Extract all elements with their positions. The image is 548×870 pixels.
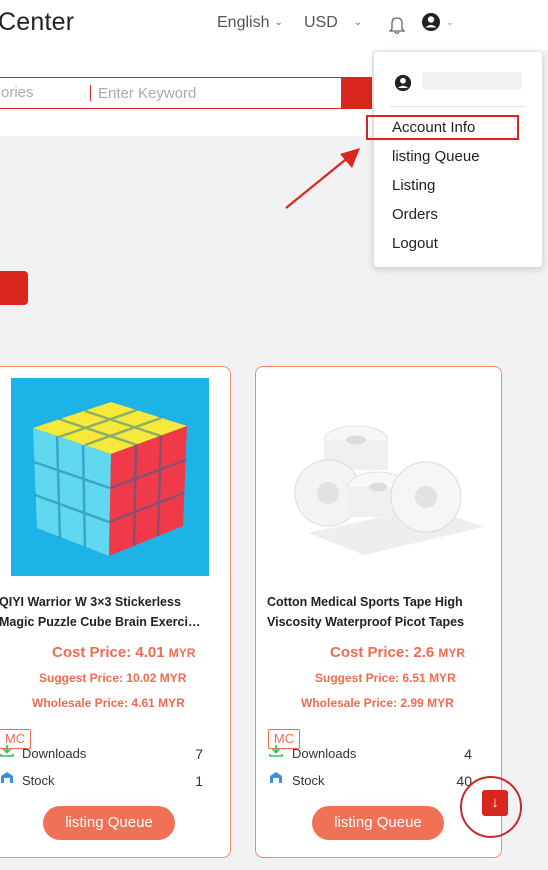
product-card[interactable]: Cotton Medical Sports Tape High Viscosit… xyxy=(255,366,502,858)
search-panel: ories xyxy=(0,50,372,136)
username-redacted xyxy=(422,72,522,90)
menu-item-listing[interactable]: Listing xyxy=(392,177,435,194)
stock-label: Stock xyxy=(22,773,55,788)
bell-icon[interactable] xyxy=(389,15,405,35)
language-label: English xyxy=(217,14,270,31)
filter-button[interactable] xyxy=(0,271,28,305)
stock-count: 1 xyxy=(195,773,203,789)
user-menu-caret[interactable]: ⌄ xyxy=(446,17,454,28)
downloads-count: 7 xyxy=(195,746,203,762)
stock-icon xyxy=(270,772,282,783)
search-bar: ories xyxy=(0,77,342,109)
product-title-line1: QIYI Warrior W 3×3 Stickerless xyxy=(0,595,181,609)
search-divider xyxy=(90,85,91,101)
currency-unit: MYR xyxy=(168,646,196,660)
wholesale-price-value: Wholesale Price: 4.61 xyxy=(32,696,155,710)
downloads-count: 4 xyxy=(464,746,472,762)
stock-label: Stock xyxy=(292,773,325,788)
category-select[interactable]: ories xyxy=(1,84,34,101)
downloads-label: Downloads xyxy=(292,746,357,761)
user-icon xyxy=(394,74,412,92)
listing-queue-button[interactable]: listing Queue xyxy=(43,806,175,840)
user-dropdown-menu: Account Info listing Queue Listing Order… xyxy=(374,52,542,267)
product-image-tape xyxy=(294,425,484,555)
listing-queue-button[interactable]: listing Queue xyxy=(312,806,444,840)
arrow-down-icon[interactable]: ↓ xyxy=(482,790,508,816)
wholesale-price: Wholesale Price: 2.99 MYR xyxy=(301,696,454,710)
menu-divider xyxy=(390,106,526,107)
currency-unit: MYR xyxy=(159,671,187,685)
download-icon xyxy=(0,745,14,757)
product-title-line1: Cotton Medical Sports Tape High xyxy=(267,595,463,609)
stock-icon xyxy=(1,772,13,783)
currency-label: USD xyxy=(304,14,338,31)
annotation-highlight-box xyxy=(366,115,519,140)
currency-unit: MYR xyxy=(438,646,466,660)
suggest-price: Suggest Price: 6.51 MYR xyxy=(315,671,456,685)
cost-price: Cost Price: 4.01 MYR xyxy=(52,644,195,661)
keyword-input[interactable] xyxy=(98,82,328,104)
currency-unit: MYR xyxy=(427,696,454,710)
menu-item-logout[interactable]: Logout xyxy=(392,235,438,252)
product-image-cube xyxy=(11,378,209,576)
currency-unit: MYR xyxy=(429,671,456,685)
annotation-arrow xyxy=(285,148,360,209)
suggest-price: Suggest Price: 10.02 MYR xyxy=(39,671,186,685)
cost-price-value: Cost Price: 4.01 xyxy=(52,644,165,661)
menu-item-listing-queue[interactable]: listing Queue xyxy=(392,148,480,165)
suggest-price-value: Suggest Price: 10.02 xyxy=(39,671,157,685)
download-icon xyxy=(269,745,283,757)
brand-title: Center xyxy=(0,8,75,36)
language-select[interactable]: English ⌄ xyxy=(217,14,283,32)
currency-unit: MYR xyxy=(158,696,185,710)
wholesale-price: Wholesale Price: 4.61 MYR xyxy=(32,696,185,710)
currency-select[interactable]: USD ⌄ xyxy=(304,14,362,32)
cost-price-value: Cost Price: 2.6 xyxy=(330,644,435,661)
product-title-line2: Viscosity Waterproof Picot Tapes xyxy=(267,615,465,629)
chevron-down-icon: ⌄ xyxy=(353,17,363,28)
product-card[interactable]: QIYI Warrior W 3×3 Stickerless Magic Puz… xyxy=(0,366,231,858)
cost-price: Cost Price: 2.6 MYR xyxy=(330,644,465,661)
product-title-line2: Magic Puzzle Cube Brain Exerci… xyxy=(0,615,201,629)
top-bar: Center English ⌄ USD ⌄ ⌄ xyxy=(0,0,548,50)
wholesale-price-value: Wholesale Price: 2.99 xyxy=(301,696,424,710)
chevron-down-icon: ⌄ xyxy=(274,17,283,28)
menu-item-orders[interactable]: Orders xyxy=(392,206,438,223)
user-icon[interactable] xyxy=(421,12,441,32)
downloads-label: Downloads xyxy=(22,746,87,761)
suggest-price-value: Suggest Price: 6.51 xyxy=(315,671,426,685)
search-button[interactable] xyxy=(342,77,372,109)
